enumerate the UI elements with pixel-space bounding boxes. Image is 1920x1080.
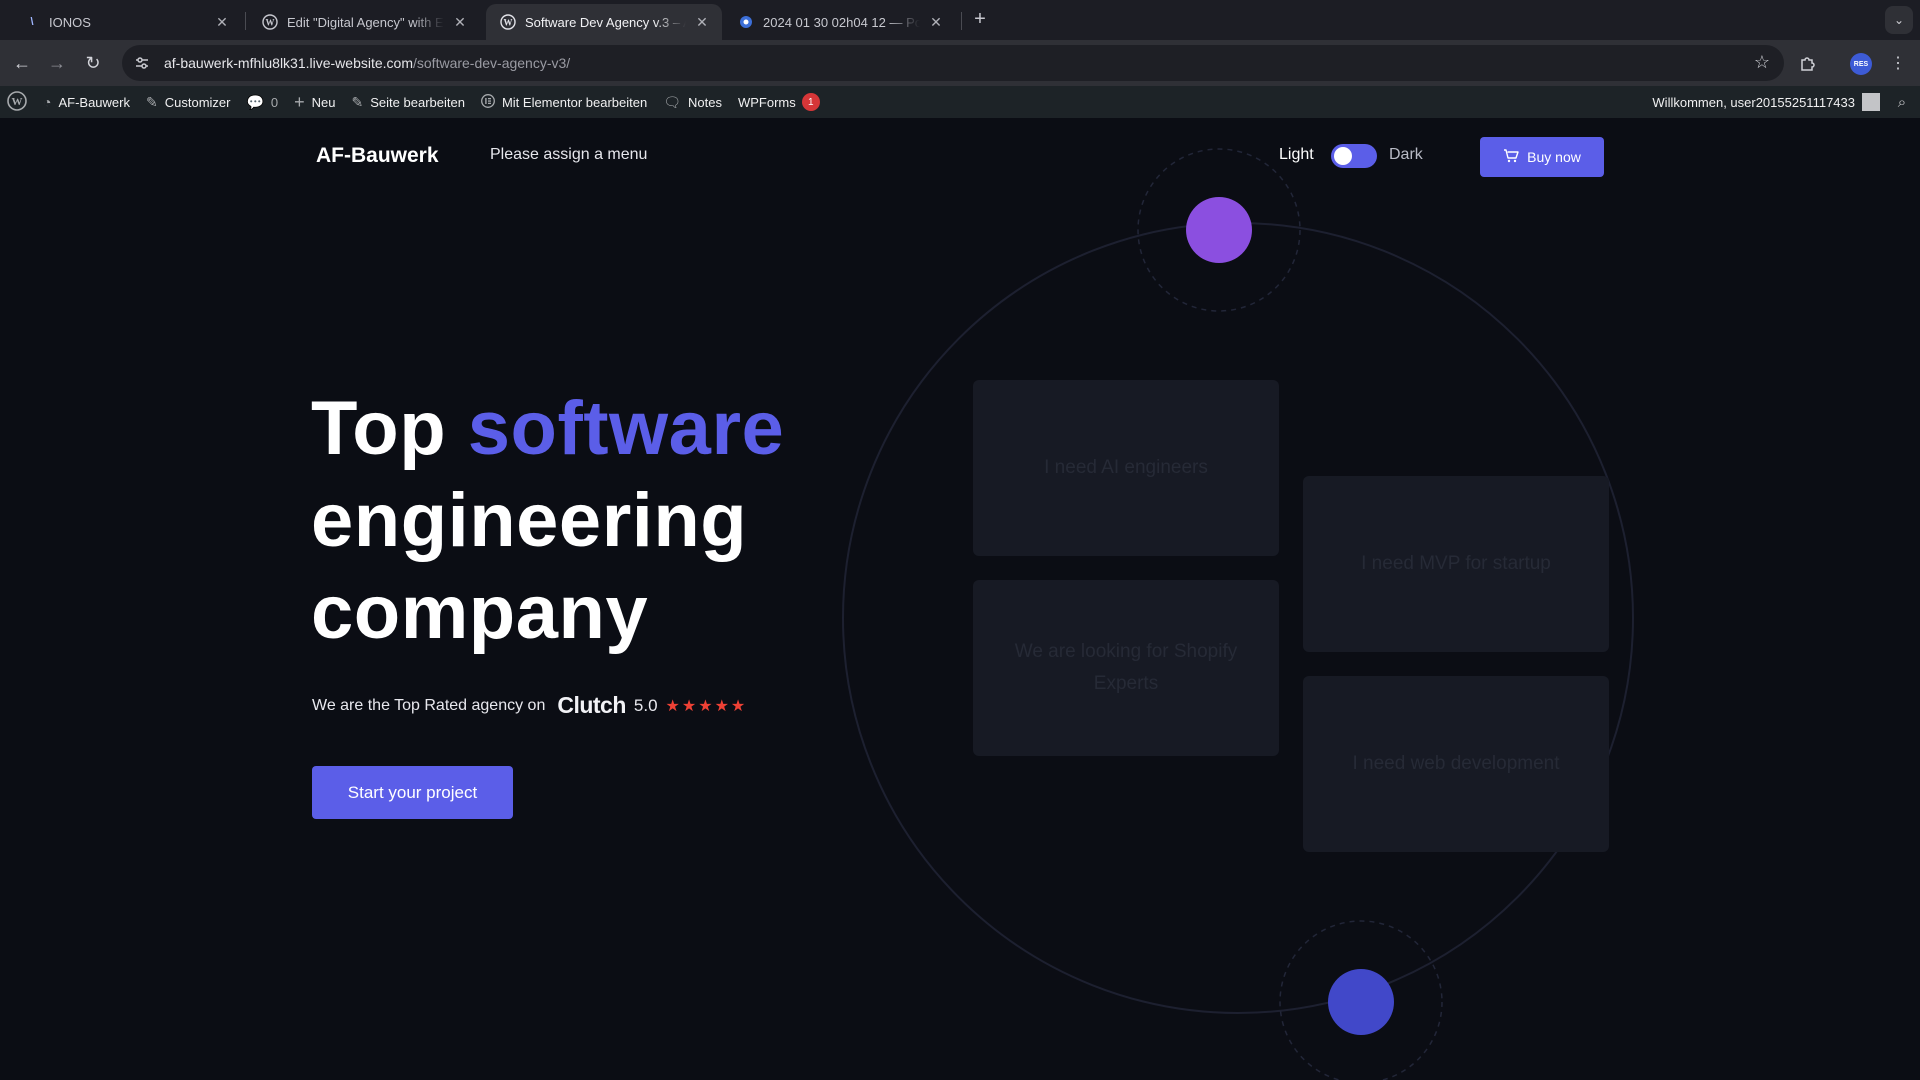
address-bar[interactable]: af-bauwerk-mfhlu8lk31.live-website.com/s… (122, 45, 1784, 81)
browser-menu-icon[interactable]: ⋮ (1886, 51, 1910, 75)
site-name-label: AF-Bauwerk (58, 94, 130, 110)
page-content: AF-Bauwerk Please assign a menu Light Da… (0, 118, 1920, 1080)
hero-line2: engineering (311, 478, 748, 563)
close-icon[interactable]: ✕ (452, 14, 468, 31)
tab-title: IONOS (49, 14, 91, 30)
wp-admin-bar: W ◔ AF-Bauwerk ✎ Customizer 💬 0 + Neu ✎ … (0, 86, 1920, 118)
tab-edit-digital-agency[interactable]: W Edit "Digital Agency" with Ele ✕ (248, 4, 480, 40)
notes-label: Notes (687, 94, 722, 110)
wordpress-icon: W (500, 14, 516, 30)
adminbar-new[interactable]: + Neu (286, 86, 343, 118)
buy-now-label: Buy now (1527, 149, 1581, 165)
comments-count: 0 (270, 94, 279, 110)
reload-button[interactable]: ↻ (81, 51, 105, 75)
forward-button[interactable]: → (45, 51, 69, 75)
adminbar-right: Willkommen, user20155251117433 ⌕ (1644, 86, 1920, 118)
notes-icon: 🗨 (663, 93, 681, 110)
welcome-label: Willkommen, user20155251117433 (1652, 94, 1855, 110)
adminbar-account[interactable]: Willkommen, user20155251117433 (1644, 86, 1884, 118)
close-icon[interactable]: ✕ (694, 14, 710, 31)
elementor-icon (481, 93, 495, 111)
tab-post[interactable]: 2024 01 30 02h04 12 — Post ✕ (724, 4, 956, 40)
close-icon[interactable]: ✕ (928, 14, 944, 31)
hero-accent-word: software (467, 386, 785, 471)
svg-text:W: W (266, 18, 275, 28)
url-host: af-bauwerk-mfhlu8lk31.live-website.com (164, 55, 413, 71)
paintbrush-icon: ✎ (146, 93, 158, 110)
toggle-knob (1334, 147, 1352, 165)
url-text: af-bauwerk-mfhlu8lk31.live-website.com/s… (164, 55, 570, 71)
rating-row: We are the Top Rated agency on Clutch 5.… (312, 692, 747, 719)
tab-title: Edit "Digital Agency" with Ele (287, 14, 444, 30)
blue-orb (1328, 969, 1394, 1035)
clutch-logo: Clutch (557, 692, 626, 718)
customizer-label: Customizer (164, 94, 231, 110)
adminbar-elementor[interactable]: Mit Elementor bearbeiten (473, 86, 655, 118)
site-icon (738, 14, 754, 30)
theme-toggle[interactable] (1331, 144, 1377, 168)
wpforms-badge: 1 (801, 93, 820, 111)
purple-orb (1186, 197, 1252, 263)
close-icon[interactable]: ✕ (214, 14, 230, 31)
tab-search-button[interactable]: ⌄ (1885, 6, 1913, 34)
adminbar-comments[interactable]: 💬 0 (238, 86, 286, 118)
wordpress-icon: W (7, 90, 27, 114)
adminbar-edit-page[interactable]: ✎ Seite bearbeiten (344, 86, 473, 118)
tab-title: 2024 01 30 02h04 12 — Post (763, 14, 920, 30)
edit-page-label: Seite bearbeiten (370, 94, 465, 110)
adminbar-site-name[interactable]: ◔ AF-Bauwerk (35, 86, 138, 118)
tab-separator (961, 12, 962, 30)
new-label: Neu (311, 94, 336, 110)
wpforms-label: WPForms (737, 94, 796, 110)
tab-software-dev-agency[interactable]: W Software Dev Agency v.3 – A ✕ (486, 4, 722, 40)
adminbar-customizer[interactable]: ✎ Customizer (138, 86, 238, 118)
extensions-icon[interactable] (1796, 51, 1820, 75)
hero-line3: company (311, 570, 649, 655)
adminbar-wpforms[interactable]: WPForms 1 (730, 86, 828, 118)
browser-toolbar: ← → ↻ af-bauwerk-mfhlu8lk31.live-website… (0, 40, 1920, 86)
buy-now-button[interactable]: Buy now (1480, 137, 1604, 177)
cart-icon (1503, 148, 1519, 167)
wp-logo-menu[interactable]: W (0, 86, 35, 118)
bookmark-star-icon[interactable]: ☆ (1754, 52, 1770, 73)
light-mode-label: Light (1279, 146, 1314, 163)
profile-avatar[interactable]: RES (1850, 53, 1872, 75)
request-card[interactable]: We are looking for Shopify Experts (973, 580, 1279, 756)
new-tab-button[interactable]: + (968, 8, 992, 31)
search-icon[interactable]: ⌕ (1884, 94, 1920, 111)
avatar (1862, 93, 1880, 111)
start-project-button[interactable]: Start your project (312, 766, 513, 819)
menu-placeholder: Please assign a menu (490, 146, 648, 163)
hero-title: Top software engineering company (311, 383, 784, 659)
request-card[interactable]: I need web development (1303, 676, 1609, 852)
rating-score: 5.0 (633, 695, 658, 715)
adminbar-notes[interactable]: 🗨 Notes (655, 86, 730, 118)
hero-line1-plain: Top (311, 386, 468, 471)
site-settings-icon[interactable] (130, 51, 154, 75)
request-card[interactable]: I need AI engineers (973, 380, 1279, 556)
back-button[interactable]: ← (10, 51, 34, 75)
comment-icon: 💬 (246, 93, 264, 110)
svg-text:W: W (12, 96, 23, 108)
url-path: /software-dev-agency-v3/ (413, 55, 571, 71)
pencil-icon: ✎ (351, 93, 364, 110)
dark-mode-label: Dark (1389, 146, 1423, 163)
dashboard-icon: ◔ (43, 94, 52, 110)
site-logo[interactable]: AF-Bauwerk (316, 144, 439, 168)
tab-title: Software Dev Agency v.3 – A (525, 14, 686, 30)
plus-icon: + (294, 91, 305, 112)
ionos-icon: \ (30, 16, 34, 28)
rating-stars: ★★★★★ (665, 697, 748, 715)
svg-text:W: W (504, 18, 513, 28)
wordpress-icon: W (262, 14, 278, 30)
elementor-edit-label: Mit Elementor bearbeiten (501, 94, 648, 110)
hero-decoration (842, 148, 1634, 1080)
tab-separator (245, 12, 246, 30)
tab-ionos[interactable]: \ IONOS ✕ (10, 4, 242, 40)
browser-tab-bar: \ IONOS ✕ W Edit "Digital Agency" with E… (0, 0, 1920, 40)
rated-text: We are the Top Rated agency on (312, 696, 546, 714)
request-card[interactable]: I need MVP for startup (1303, 476, 1609, 652)
